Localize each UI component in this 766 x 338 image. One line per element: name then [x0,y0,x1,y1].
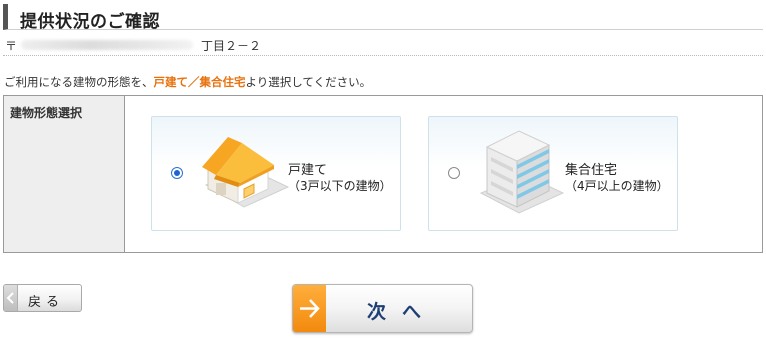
postal-mark: 〒 [5,39,18,53]
option-detached-house[interactable]: 戸建て （3戸以下の建物） [151,116,401,231]
address-row: 〒 丁目２－２ [3,34,763,56]
option-description: （3戸以下の建物） [288,179,392,193]
back-button[interactable]: 戻る [3,284,82,312]
radio-apartment[interactable] [448,167,460,179]
house-icon [202,137,290,208]
next-button[interactable]: 次へ [292,284,473,333]
instruction-after: より選択してください。 [245,75,372,89]
form-label-cell: 建物形態選択 [4,96,125,252]
back-arrow-icon [4,285,18,311]
instruction-text: ご利用になる建物の形態を、戸建て／集合住宅より選択してください。 [4,74,371,90]
option-name: 集合住宅 [565,163,618,178]
form-label: 建物形態選択 [10,106,83,120]
building-type-form: 建物形態選択 戸建て （3戸以下の建物） 集合住宅 （4戸以上の建物） [3,95,763,253]
back-button-label: 戻る [28,295,65,310]
instruction-highlight: 戸建て／集合住宅 [153,75,246,89]
next-arrow-icon [293,285,326,332]
option-description: （4戸以上の建物） [565,179,669,193]
page-title: 提供状況のご確認 [20,12,160,32]
option-name: 戸建て [288,163,328,178]
page-header: 提供状況のご確認 [3,4,763,32]
apartment-building-icon [479,130,565,214]
address-redacted [21,40,193,50]
option-apartment[interactable]: 集合住宅 （4戸以上の建物） [428,116,678,231]
next-button-label: 次へ [367,301,438,323]
radio-detached-house[interactable] [171,167,183,179]
address-suffix: 丁目２－２ [201,39,262,53]
instruction-before: ご利用になる建物の形態を、 [4,75,154,89]
